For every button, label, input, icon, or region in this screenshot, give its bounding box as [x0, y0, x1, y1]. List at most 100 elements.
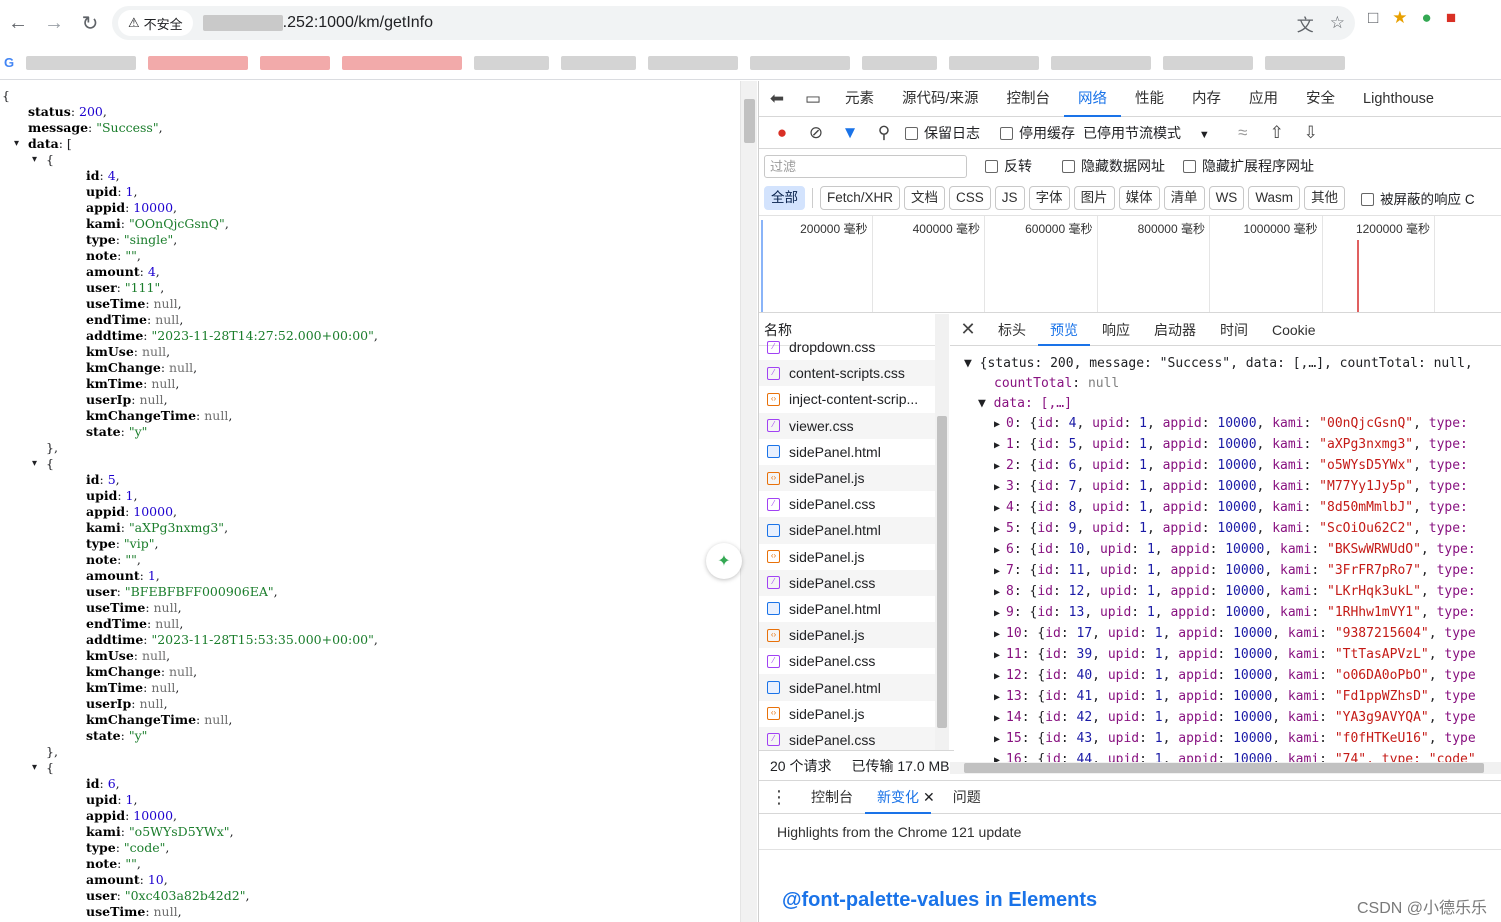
type-filter-button[interactable]: 其他: [1304, 186, 1346, 210]
bookmark-item[interactable]: [561, 55, 637, 70]
bookmark-folder[interactable]: [1051, 55, 1152, 70]
bookmark-item[interactable]: [26, 55, 137, 70]
preview-item-row[interactable]: ▶ 13: {id: 41, upid: 1, appid: 10000, ka…: [964, 687, 1501, 708]
type-filter-button[interactable]: Fetch/XHR: [820, 186, 901, 210]
bookmark-item[interactable]: [260, 55, 331, 70]
devtools-tab[interactable]: 源代码/来源: [888, 81, 993, 117]
forward-arrow-icon[interactable]: →: [36, 5, 72, 41]
type-filter-button[interactable]: 字体: [1028, 186, 1070, 210]
detail-tab[interactable]: 响应: [1090, 314, 1142, 346]
detail-tab[interactable]: 预览: [1038, 314, 1090, 346]
detail-tab[interactable]: Cookie: [1260, 314, 1328, 346]
type-filter-button[interactable]: JS: [994, 186, 1025, 210]
type-filter-button[interactable]: WS: [1208, 186, 1245, 210]
devtools-tab[interactable]: 性能: [1121, 81, 1178, 117]
devtools-tab[interactable]: 元素: [831, 81, 888, 117]
preview-item-row[interactable]: ▶ 9: {id: 13, upid: 1, appid: 10000, kam…: [964, 603, 1501, 624]
preview-item-row[interactable]: ▶ 7: {id: 11, upid: 1, appid: 10000, kam…: [964, 561, 1501, 582]
bookmark-item[interactable]: [342, 55, 463, 70]
type-filter-button[interactable]: 全部: [764, 186, 805, 210]
type-filter-button[interactable]: 文档: [904, 186, 946, 210]
preview-item-row[interactable]: ▶ 11: {id: 39, upid: 1, appid: 10000, ka…: [964, 645, 1501, 666]
preview-item-row[interactable]: ▶ 2: {id: 6, upid: 1, appid: 10000, kami…: [964, 456, 1501, 477]
sidebar-assistant-icon[interactable]: ✦: [706, 543, 742, 579]
preview-h-scrollbar-thumb[interactable]: [964, 763, 1484, 773]
collapse-triangle-icon[interactable]: ▾: [14, 136, 19, 152]
devtools-tab[interactable]: 控制台: [993, 81, 1065, 117]
preview-item-row[interactable]: ▶ 6: {id: 10, upid: 1, appid: 10000, kam…: [964, 540, 1501, 561]
inspect-element-icon[interactable]: ⬅: [759, 89, 795, 109]
request-row[interactable]: ⁄ content-scripts.css: [759, 360, 948, 387]
close-icon[interactable]: ✕: [923, 789, 935, 806]
hide-data-urls-checkbox[interactable]: 隐藏数据网址: [1062, 156, 1165, 176]
preview-item-row[interactable]: ▶ 10: {id: 17, upid: 1, appid: 10000, ka…: [964, 624, 1501, 645]
drawer-tab[interactable]: 控制台: [799, 781, 865, 814]
more-options-icon[interactable]: ⋮: [759, 787, 799, 808]
preview-h-scrollbar[interactable]: [950, 762, 1501, 774]
tab-search-icon[interactable]: □: [1368, 8, 1378, 28]
hide-extension-urls-checkbox[interactable]: 隐藏扩展程序网址: [1183, 156, 1314, 176]
collapse-triangle-icon[interactable]: ▾: [32, 760, 37, 776]
device-toggle-icon[interactable]: ▭: [795, 89, 831, 109]
reload-icon[interactable]: ↻: [72, 5, 108, 41]
invert-checkbox[interactable]: 反转: [985, 156, 1032, 176]
request-row[interactable]: ⁄ viewer.css: [759, 412, 948, 439]
request-row[interactable]: ‹› inject-content-scrip...: [759, 386, 948, 412]
devtools-tab[interactable]: 内存: [1178, 81, 1235, 117]
preview-item-row[interactable]: ▶ 12: {id: 40, upid: 1, appid: 10000, ka…: [964, 666, 1501, 687]
preview-root-row[interactable]: ▼ {status: 200, message: "Success", data…: [964, 354, 1501, 374]
preview-item-row[interactable]: ▶ 8: {id: 12, upid: 1, appid: 10000, kam…: [964, 582, 1501, 603]
preview-item-row[interactable]: ▶ 5: {id: 9, upid: 1, appid: 10000, kami…: [964, 519, 1501, 540]
preserve-log-checkbox[interactable]: 保留日志: [905, 123, 980, 143]
devtools-tab[interactable]: 应用: [1235, 81, 1292, 117]
preview-item-row[interactable]: ▶ 14: {id: 42, upid: 1, appid: 10000, ka…: [964, 708, 1501, 729]
disable-cache-checkbox[interactable]: 停用缓存: [1000, 123, 1075, 143]
collapse-triangle-icon[interactable]: ▾: [32, 456, 37, 472]
preview-item-row[interactable]: ▶ 3: {id: 7, upid: 1, appid: 10000, kami…: [964, 477, 1501, 498]
extension-icon[interactable]: ●: [1422, 8, 1432, 28]
filter-icon[interactable]: ▼: [837, 123, 863, 143]
search-icon[interactable]: ⚲: [871, 123, 897, 143]
back-arrow-icon[interactable]: ←: [0, 5, 36, 41]
devtools-tab[interactable]: 安全: [1292, 81, 1349, 117]
drawer-tab[interactable]: 问题: [941, 781, 993, 814]
request-row[interactable]: ⁄ sidePanel.css: [759, 726, 948, 750]
detail-tab[interactable]: 时间: [1208, 314, 1260, 346]
detail-tab[interactable]: 启动器: [1142, 314, 1208, 346]
record-stop-icon[interactable]: ●: [769, 123, 795, 143]
close-icon[interactable]: ✕: [950, 319, 986, 340]
clear-icon[interactable]: ⊘: [803, 123, 829, 143]
preview-item-row[interactable]: ▶ 4: {id: 8, upid: 1, appid: 10000, kami…: [964, 498, 1501, 519]
extension-icon[interactable]: ■: [1446, 8, 1456, 28]
blocked-responses-checkbox[interactable]: 被屏蔽的响应 C: [1361, 188, 1475, 208]
request-row[interactable]: ‹› sidePanel.js: [759, 544, 948, 570]
bookmark-folder[interactable]: [862, 55, 938, 70]
site-security-chip[interactable]: ⚠ 不安全: [118, 10, 193, 36]
import-har-icon[interactable]: ⇧: [1264, 123, 1290, 143]
detail-tab[interactable]: 标头: [986, 314, 1038, 346]
bookmark-item[interactable]: [474, 55, 550, 70]
network-overview-timeline[interactable]: 200000 毫秒 400000 毫秒 600000 毫秒 800000 毫秒 1000…: [759, 215, 1501, 313]
throttle-select[interactable]: 已停用节流模式 ▼: [1083, 123, 1210, 143]
preview-item-row[interactable]: ▶ 15: {id: 43, upid: 1, appid: 10000, ka…: [964, 729, 1501, 750]
request-row[interactable]: sidePanel.html: [759, 596, 948, 622]
request-row[interactable]: ⁄ sidePanel.css: [759, 648, 948, 674]
bookmark-item[interactable]: [750, 55, 851, 70]
type-filter-button[interactable]: Wasm: [1248, 186, 1301, 210]
export-har-icon[interactable]: ⇩: [1298, 123, 1324, 143]
address-bar[interactable]: ⚠ 不安全 .252:1000/km/getInfo 文 ☆: [112, 6, 1355, 40]
collapse-triangle-icon[interactable]: ▾: [32, 152, 37, 168]
bookmark-item[interactable]: [648, 55, 739, 70]
preview-data-row[interactable]: ▼ data: [,…]: [964, 394, 1501, 414]
request-row[interactable]: sidePanel.html: [759, 439, 948, 465]
type-filter-button[interactable]: 图片: [1073, 186, 1115, 210]
type-filter-button[interactable]: 清单: [1163, 186, 1205, 210]
request-row[interactable]: ⁄ sidePanel.css: [759, 569, 948, 596]
request-row[interactable]: sidePanel.html: [759, 674, 948, 701]
request-list-scrollbar-thumb[interactable]: [937, 416, 947, 728]
devtools-tab[interactable]: Lighthouse: [1349, 81, 1448, 117]
page-scrollbar-thumb[interactable]: [744, 99, 755, 143]
request-row[interactable]: ‹› sidePanel.js: [759, 464, 948, 492]
page-scrollbar[interactable]: [740, 81, 757, 922]
extension-icon[interactable]: ★: [1392, 8, 1407, 28]
